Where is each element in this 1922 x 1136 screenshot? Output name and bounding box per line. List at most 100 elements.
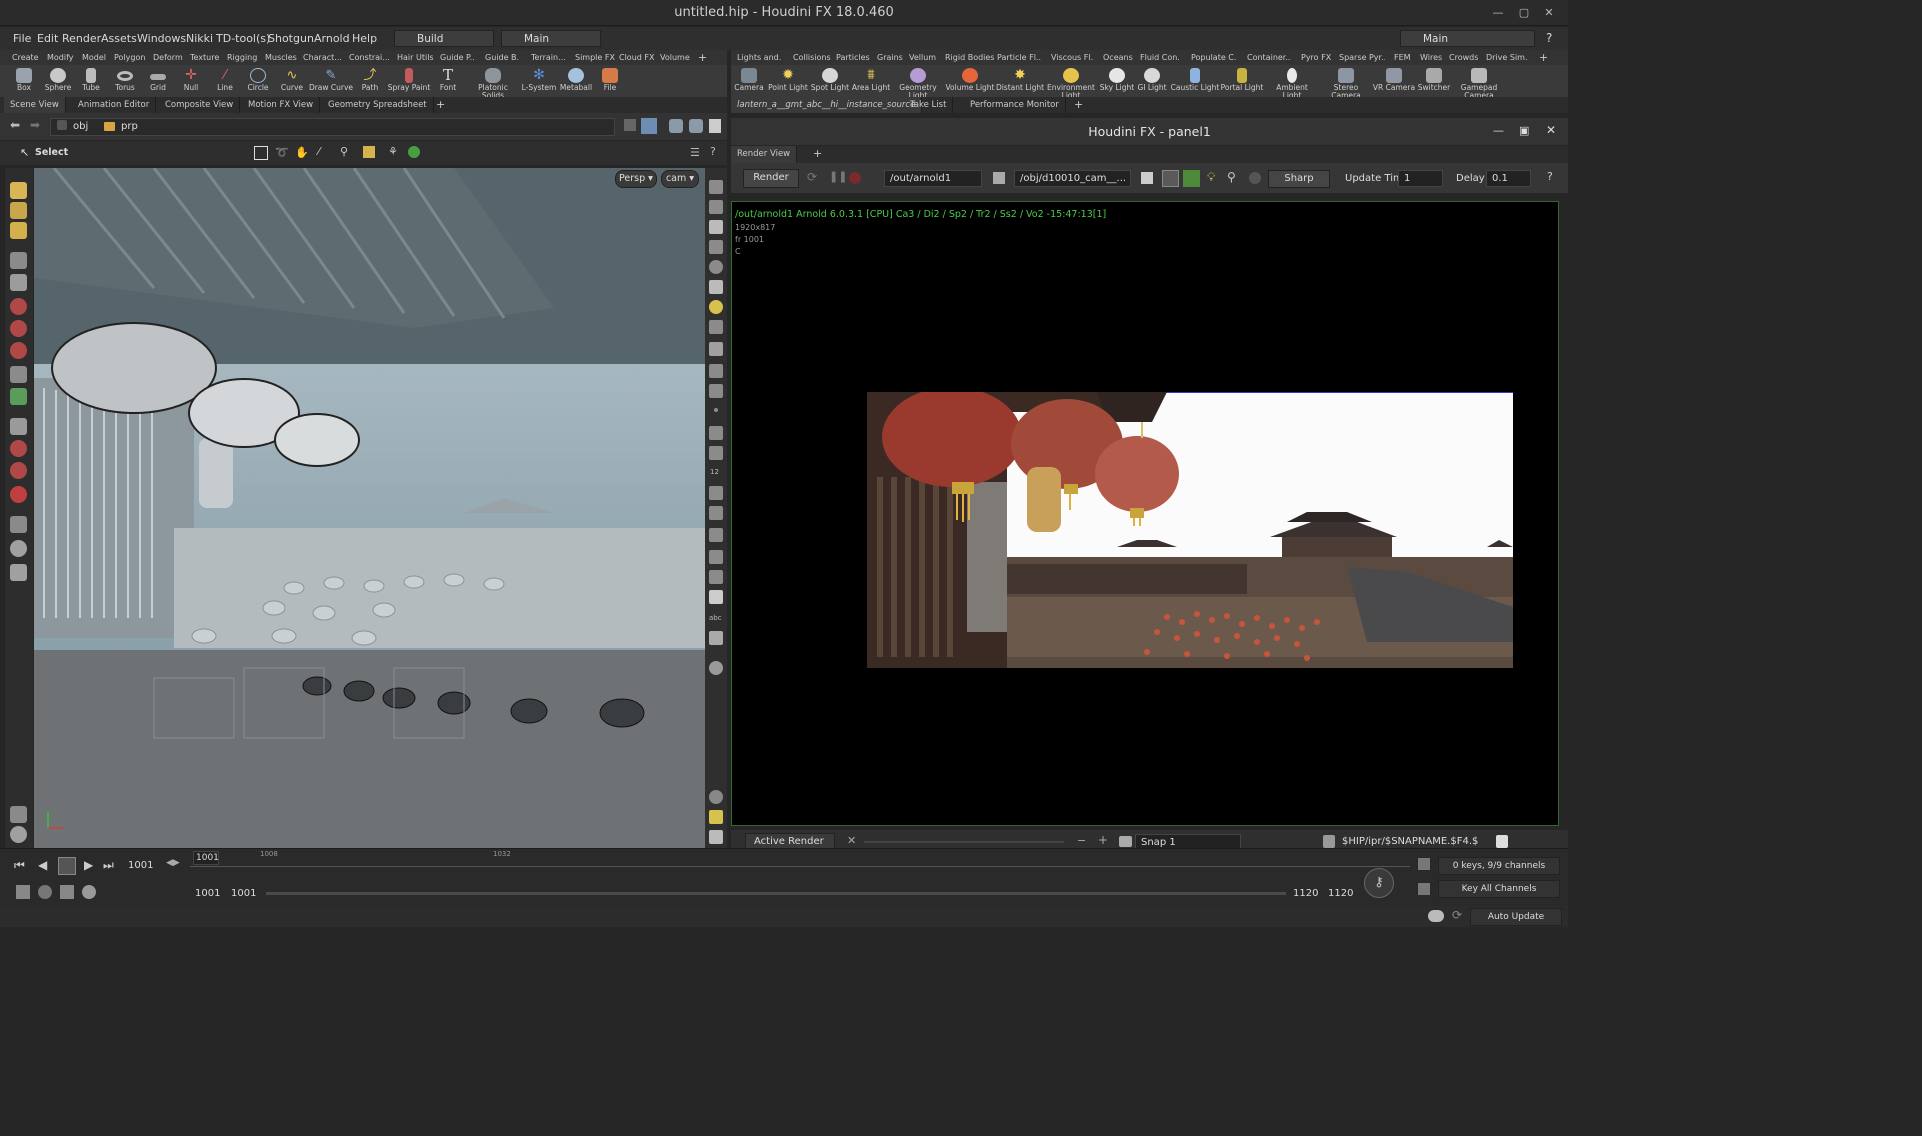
keys-channels-dropdown[interactable]: 0 keys, 9/9 channels (1438, 857, 1560, 875)
audio-icon[interactable] (38, 885, 52, 899)
shelf-tab[interactable]: Populate C... (1191, 50, 1236, 65)
point-display-icon[interactable] (714, 408, 718, 412)
shelf-tab[interactable]: Muscles (265, 50, 297, 65)
shading-icon[interactable] (709, 260, 723, 274)
tool-distant-light[interactable]: ✸ Distant Light (996, 65, 1044, 97)
box-select-icon[interactable] (254, 146, 268, 160)
jump-start-icon[interactable]: ⏮ (14, 858, 25, 873)
points-icon[interactable] (709, 364, 723, 378)
pin-icon[interactable] (624, 119, 636, 131)
tool-vr-camera[interactable]: VR Camera (1373, 65, 1415, 97)
sphere-preview-icon[interactable] (1249, 172, 1261, 184)
panel-icon[interactable] (709, 119, 721, 133)
path-obj[interactable]: obj (73, 119, 88, 134)
add-tab-icon[interactable]: + (807, 146, 828, 162)
path-prp[interactable]: prp (121, 119, 138, 134)
paint-icon[interactable] (10, 806, 27, 823)
shelf-tab[interactable]: Guide P... (440, 50, 475, 65)
tab-animation-editor[interactable]: Animation Editor (72, 97, 157, 113)
shelf-tab[interactable]: Wires (1420, 50, 1442, 65)
end-frame-1[interactable]: 1120 (1293, 885, 1318, 902)
uv-icon[interactable] (709, 486, 723, 500)
step-back-icon[interactable]: ◀ (38, 858, 47, 872)
shelf-tab[interactable]: Texture (190, 50, 219, 65)
light-toggle-icon[interactable] (709, 280, 723, 294)
tool-file[interactable]: File (589, 65, 631, 97)
tool-font[interactable]: T Font (427, 65, 469, 97)
shelf-tab[interactable]: Deform (153, 50, 183, 65)
shelf-tab[interactable]: Model (82, 50, 106, 65)
tool-geometry-light[interactable]: Geometry Light (897, 65, 939, 100)
delay-field[interactable]: 0.1 (1486, 170, 1531, 187)
shelf-tab[interactable]: Terrain... (531, 50, 566, 65)
start-frame-2[interactable]: 1001 (231, 885, 256, 902)
tool-l-system[interactable]: ✻ L-System (518, 65, 560, 97)
lock-snapshot-icon[interactable] (1496, 835, 1508, 848)
refresh-status-icon[interactable]: ⟳ (1452, 908, 1462, 922)
end-frame-2[interactable]: 1120 (1328, 885, 1353, 902)
camera-view-icon[interactable] (10, 826, 27, 843)
tool-spray-paint[interactable]: Spray Paint (388, 65, 430, 97)
menu-edit[interactable]: Edit (37, 27, 58, 50)
stop-icon[interactable] (58, 857, 76, 875)
point-numbers-icon[interactable]: 12 (710, 464, 719, 481)
scale-icon[interactable] (10, 342, 27, 359)
viewer-help-icon[interactable]: ? (710, 145, 716, 158)
menu-shotgun[interactable]: Shotgun (268, 27, 314, 50)
shelf-tab[interactable]: Simple FX (575, 50, 615, 65)
tool-draw-curve[interactable]: ✎ Draw Curve (309, 65, 353, 97)
select-groups-icon[interactable]: ⚘ (388, 145, 398, 158)
sharp-dropdown[interactable]: Sharp (1268, 170, 1330, 188)
tab-composite-view[interactable]: Composite View (159, 97, 241, 113)
pivot-icon[interactable] (10, 388, 27, 405)
tool-stereo-camera[interactable]: Stereo Camera (1325, 65, 1367, 100)
forward-icon[interactable]: ➡ (30, 118, 40, 132)
shelf-tab[interactable]: Fluid Con... (1140, 50, 1180, 65)
tab-lantern-source[interactable]: lantern_a__gmt_abc__hi__instance_source (731, 97, 923, 113)
layout-icon[interactable] (689, 119, 703, 133)
shelf-tab[interactable]: Rigging (227, 50, 257, 65)
tab-geometry-spreadsheet[interactable]: Geometry Spreadsheet (322, 97, 434, 113)
select-visible-icon[interactable]: ⚲ (340, 145, 348, 158)
tab-take-list[interactable]: Take List (904, 97, 954, 113)
save-image-icon[interactable] (1323, 835, 1335, 848)
handle-icon[interactable] (10, 366, 27, 383)
refresh-icon[interactable]: ⟳ (807, 170, 817, 184)
network-path-field[interactable]: obj prp (50, 118, 615, 136)
add-tab-icon[interactable]: + (1068, 97, 1089, 113)
translate-icon[interactable] (10, 298, 27, 315)
tab-performance-monitor[interactable]: Performance Monitor (964, 97, 1066, 113)
secure-select-icon[interactable] (10, 222, 27, 239)
shelf-tab[interactable]: Rigid Bodies (945, 50, 994, 65)
shelf-tab[interactable]: Polygon (114, 50, 145, 65)
tool-caustic-light[interactable]: Caustic Light (1171, 65, 1219, 97)
arrow-tool-icon[interactable] (10, 252, 27, 269)
text-display-icon[interactable]: abc (709, 610, 722, 627)
shelf-tab[interactable]: Lights and... (737, 50, 781, 65)
menu-arnold[interactable]: Arnold (314, 27, 350, 50)
tool-gamepad-camera[interactable]: Gamepad Camera (1458, 65, 1500, 100)
zoom-out-icon[interactable]: − (1077, 834, 1086, 847)
select-tool-icon[interactable] (10, 182, 27, 199)
loop-icon[interactable] (60, 885, 74, 899)
dolly-icon[interactable] (10, 516, 27, 533)
step-keys-icon[interactable]: ◀▶ (166, 858, 180, 868)
secure-icon[interactable] (363, 146, 375, 158)
back-icon[interactable]: ⬅ (10, 118, 20, 132)
shelf-tab[interactable]: Crowds (1449, 50, 1478, 65)
tool-volume-light[interactable]: Volume Light (946, 65, 995, 97)
vis-icon[interactable] (709, 342, 723, 356)
menu-help[interactable]: Help (352, 27, 377, 50)
guide-icon[interactable] (709, 550, 723, 564)
play-icon[interactable]: ▶ (84, 858, 93, 872)
add-shelf-icon[interactable]: + (1539, 50, 1548, 65)
display-box-icon[interactable] (709, 590, 723, 604)
tab-scene-view[interactable]: Scene View (4, 97, 66, 113)
tool-gi-light[interactable]: GI Light (1131, 65, 1173, 97)
magnet-icon-2[interactable] (10, 462, 27, 479)
grid-display-icon[interactable] (709, 570, 723, 584)
lock-icon[interactable] (10, 274, 27, 291)
lasso-icon[interactable]: ➰ (275, 146, 289, 160)
keys-icon[interactable] (1418, 858, 1430, 870)
pose-icon[interactable] (10, 202, 27, 219)
